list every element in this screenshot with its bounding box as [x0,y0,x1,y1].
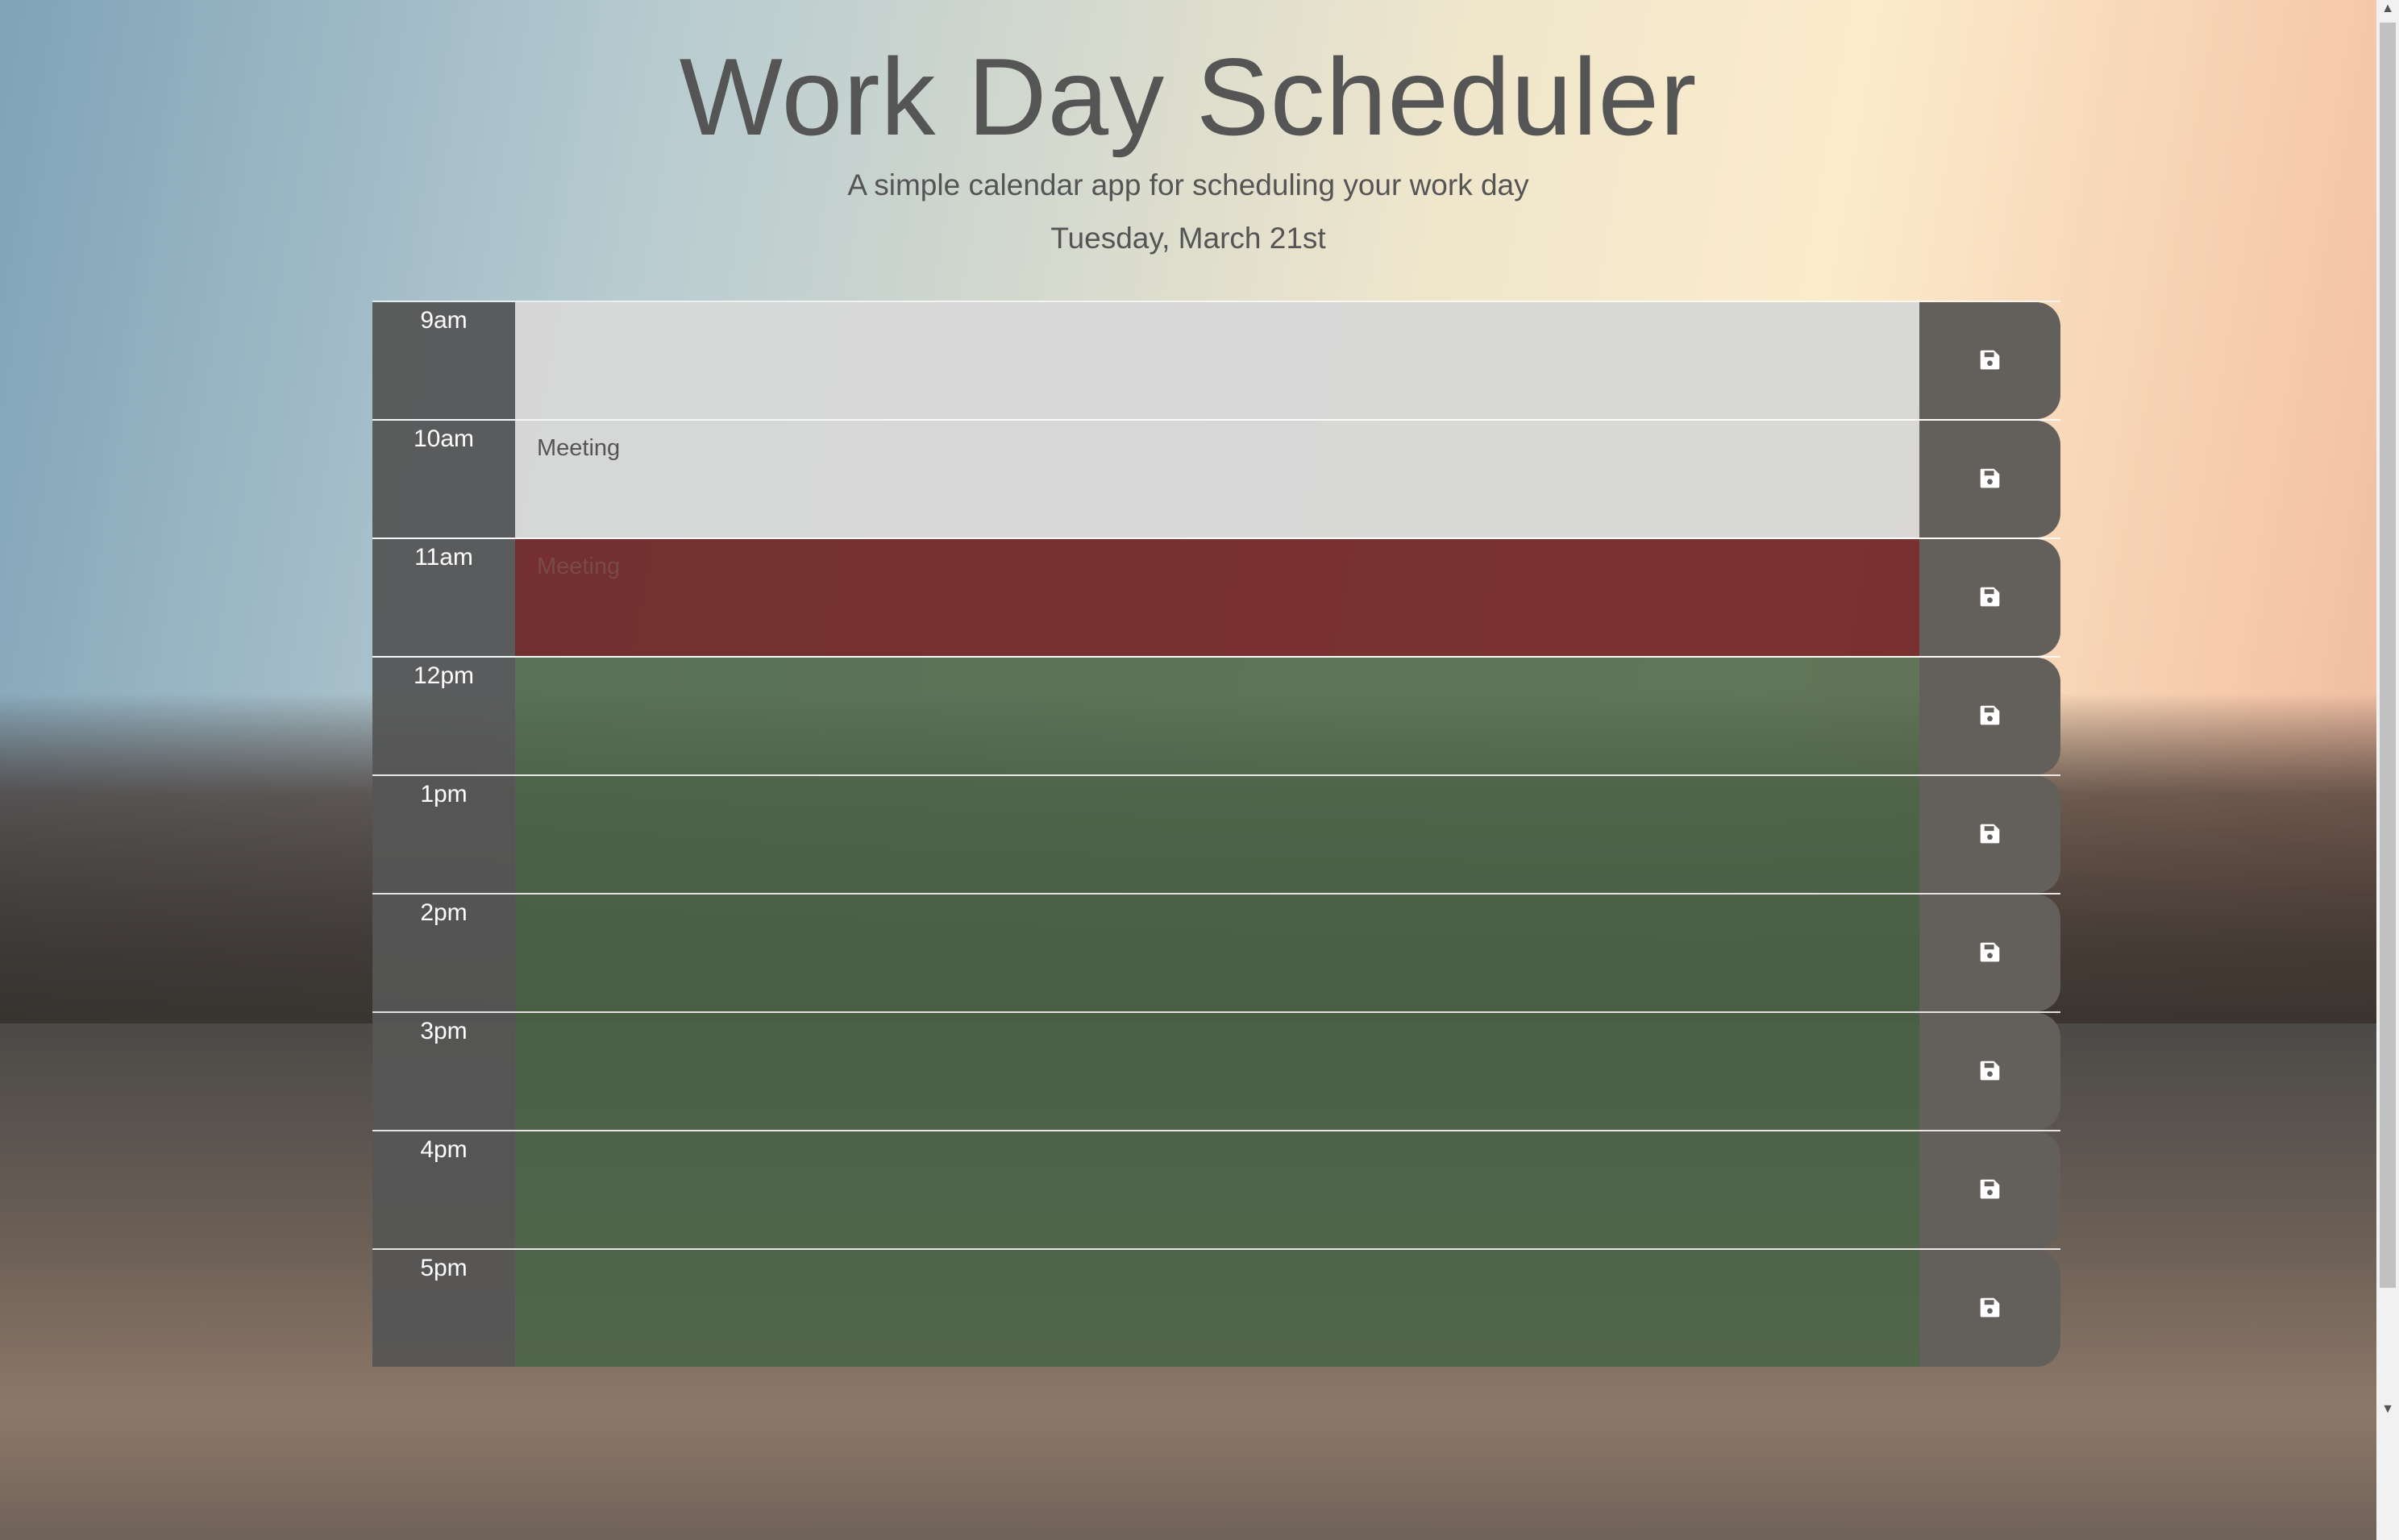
time-block-row: 12pm [372,656,2060,774]
schedule-grid: 9am 10am Meeting 11am Meeting 12pm 1pm 2pm 3pm 4p… [372,301,2060,1367]
time-block-row: 9am [372,301,2060,419]
save-button[interactable] [1919,1013,2060,1130]
floppy-disk-icon [1979,704,2001,728]
hour-label: 10am [372,421,515,538]
floppy-disk-icon [1979,1178,2001,1202]
time-block-row: 5pm [372,1248,2060,1367]
hour-label: 1pm [372,776,515,893]
floppy-disk-icon [1979,586,2001,610]
event-description-input[interactable] [515,302,1919,419]
time-block-row: 4pm [372,1130,2060,1248]
page-title: Work Day Scheduler [679,35,1698,158]
scrollbar-thumb[interactable] [2380,23,2396,1288]
hour-label: 5pm [372,1250,515,1367]
save-button[interactable] [1919,658,2060,774]
scroll-up-arrow-icon[interactable]: ▲ [2376,2,2399,16]
hour-label: 11am [372,539,515,656]
save-button[interactable] [1919,1131,2060,1248]
save-button[interactable] [1919,1250,2060,1367]
time-block-row: 11am Meeting [372,538,2060,656]
floppy-disk-icon [1979,823,2001,847]
event-description-input[interactable] [515,776,1919,893]
scrollbar[interactable]: ▲ ▼ [2376,0,2399,1540]
current-date: Tuesday, March 21st [1050,222,1326,255]
event-description-input[interactable] [515,1013,1919,1130]
event-description-input[interactable] [515,1131,1919,1248]
time-block-row: 10am Meeting [372,419,2060,538]
floppy-disk-icon [1979,349,2001,373]
floppy-disk-icon [1979,1060,2001,1084]
hour-label: 12pm [372,658,515,774]
hour-label: 9am [372,302,515,419]
hour-label: 2pm [372,895,515,1011]
time-block-row: 1pm [372,774,2060,893]
floppy-disk-icon [1979,941,2001,965]
floppy-disk-icon [1979,467,2001,492]
event-description-input[interactable] [515,658,1919,774]
event-description-input[interactable] [515,895,1919,1011]
save-button[interactable] [1919,895,2060,1011]
event-description-input[interactable]: Meeting [515,421,1919,538]
save-button[interactable] [1919,776,2060,893]
save-button[interactable] [1919,421,2060,538]
save-button[interactable] [1919,539,2060,656]
page-header: Work Day Scheduler A simple calendar app… [0,0,2376,256]
time-block-row: 2pm [372,893,2060,1011]
time-block-row: 3pm [372,1011,2060,1130]
floppy-disk-icon [1979,1297,2001,1321]
scroll-down-arrow-icon[interactable]: ▼ [2376,1402,2399,1417]
page-subtitle: A simple calendar app for scheduling you… [847,168,1529,201]
event-description-input[interactable]: Meeting [515,539,1919,656]
hour-label: 4pm [372,1131,515,1248]
save-button[interactable] [1919,302,2060,419]
hour-label: 3pm [372,1013,515,1130]
event-description-input[interactable] [515,1250,1919,1367]
